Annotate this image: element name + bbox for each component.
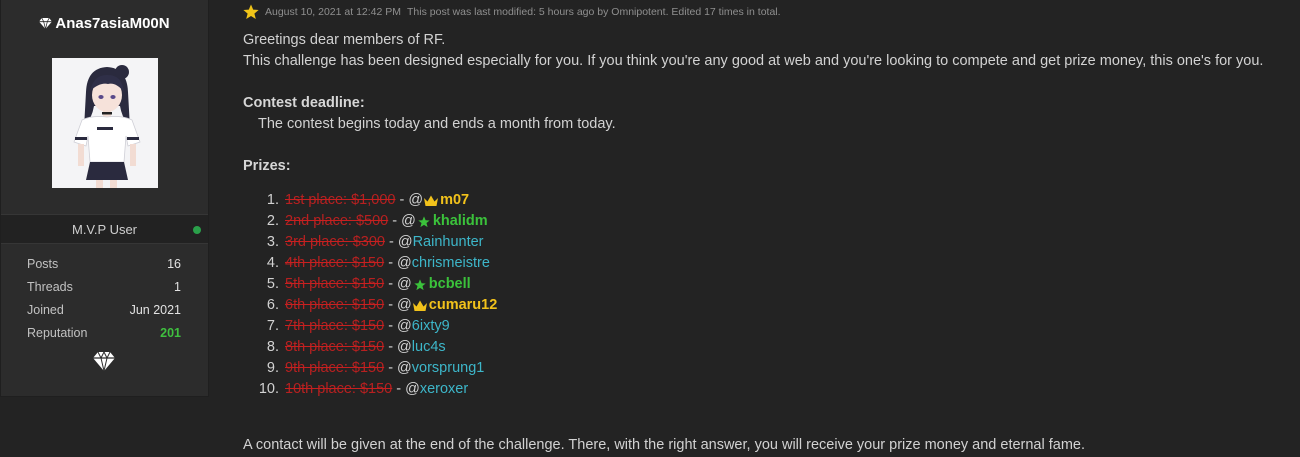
prize-place: 2nd place: $500 [285, 213, 389, 229]
prize-item: 2. 2nd place: $500 - @ khalidm [243, 211, 1298, 232]
prize-list: 1. 1st place: $1,000 - @ m07 2. 2nd place: $… [243, 190, 1298, 400]
rank-bar: M.V.P User [1, 214, 208, 244]
deadline-heading: Contest deadline: [243, 95, 365, 111]
winner-username-link[interactable]: vorsprung1 [412, 358, 485, 379]
avatar[interactable] [52, 58, 158, 188]
mention-prefix: - @ [384, 255, 412, 271]
username-row[interactable]: Anas7asiaM00N [1, 15, 208, 32]
post-body: Greetings dear members of RF. This chall… [243, 30, 1298, 456]
diamond-icon [39, 18, 53, 29]
stat-threads: Threads 1 [27, 279, 181, 302]
prize-place: 3rd place: $300 [285, 234, 385, 250]
stat-value: 16 [167, 257, 181, 271]
stat-posts: Posts 16 [27, 256, 181, 279]
winner-username-link[interactable]: xeroxer [420, 379, 468, 400]
post-greeting: Greetings dear members of RF. [243, 32, 446, 48]
user-profile-panel: Anas7asiaM00N M.V.P User Posts 16 Thread… [0, 0, 209, 397]
prize-item: 8. 8th place: $150 - @ luc4s [243, 337, 1298, 358]
post-modified-note: This post was last modified: 5 hours ago… [407, 6, 781, 18]
stat-value: Jun 2021 [129, 303, 181, 317]
post-date[interactable]: August 10, 2021 at 12:42 PM [265, 6, 401, 18]
mention-prefix: - @ [384, 360, 412, 376]
prize-number: 6. [266, 297, 279, 313]
avatar-image [52, 58, 158, 188]
post-meta: August 10, 2021 at 12:42 PM This post wa… [243, 4, 781, 20]
prize-item: 10. 10th place: $150 - @ xeroxer [243, 379, 1298, 400]
prize-number: 3. [266, 234, 279, 250]
deadline-text: The contest begins today and ends a mont… [258, 116, 616, 132]
stat-label: Joined [27, 303, 64, 317]
prize-item: 9. 9th place: $150 - @ vorsprung1 [243, 358, 1298, 379]
winner-username-link[interactable]: m07 [440, 190, 469, 211]
crown-icon [412, 300, 429, 312]
online-status-dot [193, 226, 201, 234]
prize-number: 4. [266, 255, 279, 271]
username[interactable]: Anas7asiaM00N [55, 15, 169, 32]
prize-item: 7. 7th place: $150 - @6ixty9 [243, 316, 1298, 337]
stat-label: Threads [27, 280, 73, 294]
prizes-heading: Prizes: [243, 158, 291, 174]
prize-place: 4th place: $150 [285, 255, 385, 271]
prize-number: 2. [266, 213, 279, 229]
stat-joined: Joined Jun 2021 [27, 302, 181, 325]
prize-item: 6. 6th place: $150 - @ cumaru12 [243, 295, 1298, 316]
mention-prefix: - @ [384, 318, 412, 334]
prize-place: 6th place: $150 [285, 297, 385, 313]
mention-prefix: - @ [392, 381, 420, 397]
winner-username-link[interactable]: cumaru12 [429, 295, 498, 316]
prize-item: 3. 3rd place: $300 - @ Rainhunter [243, 232, 1298, 253]
diamond-icon [93, 352, 115, 371]
prize-number: 8. [266, 339, 279, 355]
mention-prefix: - @ [384, 234, 413, 250]
prize-place: 10th place: $150 [285, 381, 393, 397]
prize-item: 4. 4th place: $150 - @ chrismeistre [243, 253, 1298, 274]
mention-prefix: - @ [384, 297, 412, 313]
winner-username-link[interactable]: chrismeistre [412, 253, 490, 274]
stat-reputation[interactable]: Reputation 201 [27, 325, 181, 348]
winner-username-link[interactable]: Rainhunter [413, 232, 484, 253]
crown-icon [423, 195, 440, 207]
prize-number: 1. [266, 192, 279, 208]
mention-prefix: - @ [395, 192, 424, 208]
prize-place: 9th place: $150 [285, 360, 385, 376]
prize-place: 7th place: $150 [285, 318, 385, 334]
prize-place: 1st place: $1,000 [285, 192, 396, 208]
rank-title: M.V.P User [71, 222, 138, 237]
star-icon [243, 4, 259, 19]
star-icon [416, 215, 433, 228]
stat-label: Posts [27, 257, 59, 271]
winner-username-link[interactable]: bcbell [429, 274, 471, 295]
post-intro: This challenge has been designed especia… [243, 53, 1264, 69]
prize-place: 8th place: $150 [285, 339, 385, 355]
winner-username-link[interactable]: khalidm [433, 211, 488, 232]
post-footer: A contact will be given at the end of th… [243, 437, 1086, 453]
mention-prefix: - @ [384, 339, 412, 355]
prize-item: 5. 5th place: $150 - @ bcbell [243, 274, 1298, 295]
stat-label: Reputation [27, 326, 88, 340]
prize-number: 5. [266, 276, 279, 292]
stat-value: 1 [174, 280, 181, 294]
prize-number: 9. [266, 360, 279, 376]
prize-place: 5th place: $150 [285, 276, 385, 292]
star-icon [412, 278, 429, 291]
winner-username-link[interactable]: 6ixty9 [412, 316, 450, 337]
prize-number: 7. [266, 318, 279, 334]
user-stats: Posts 16 Threads 1 Joined Jun 2021 Reput… [27, 256, 181, 348]
prize-number: 10. [258, 381, 279, 397]
reputation-value[interactable]: 201 [160, 325, 181, 348]
winner-username-link[interactable]: luc4s [412, 337, 446, 358]
prize-item: 1. 1st place: $1,000 - @ m07 [243, 190, 1298, 211]
mention-prefix: - @ [384, 276, 412, 292]
mention-prefix: - @ [388, 213, 416, 229]
